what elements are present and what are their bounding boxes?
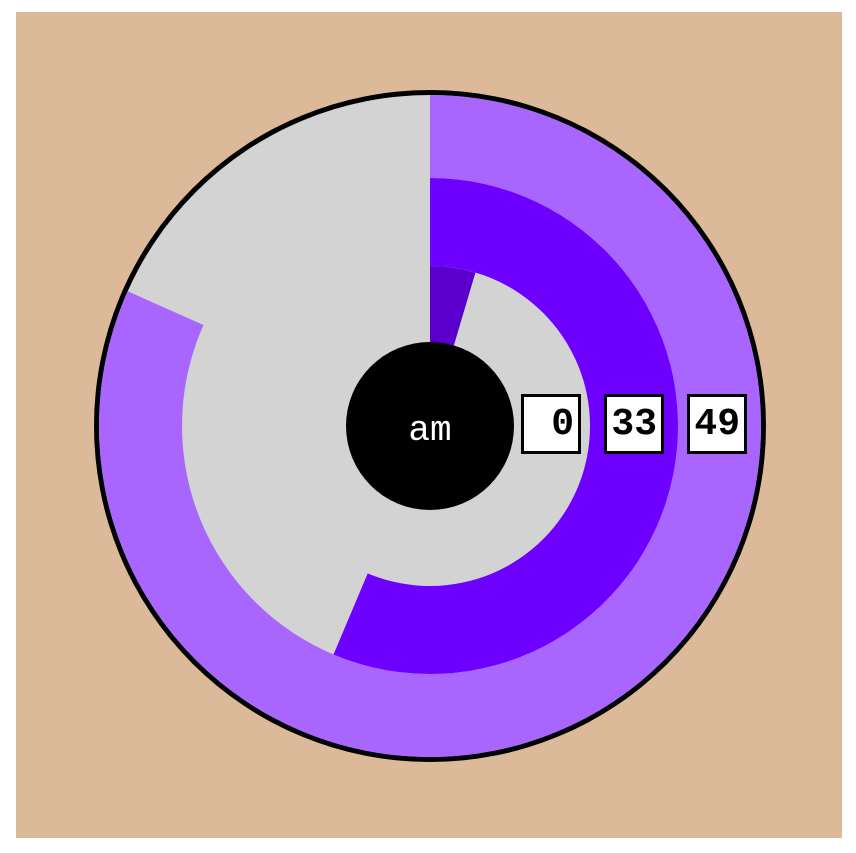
seconds-display: 49 [687, 394, 747, 454]
hours-display: 0 [521, 394, 581, 454]
minutes-display: 33 [604, 394, 664, 454]
period-label: am [408, 410, 451, 451]
